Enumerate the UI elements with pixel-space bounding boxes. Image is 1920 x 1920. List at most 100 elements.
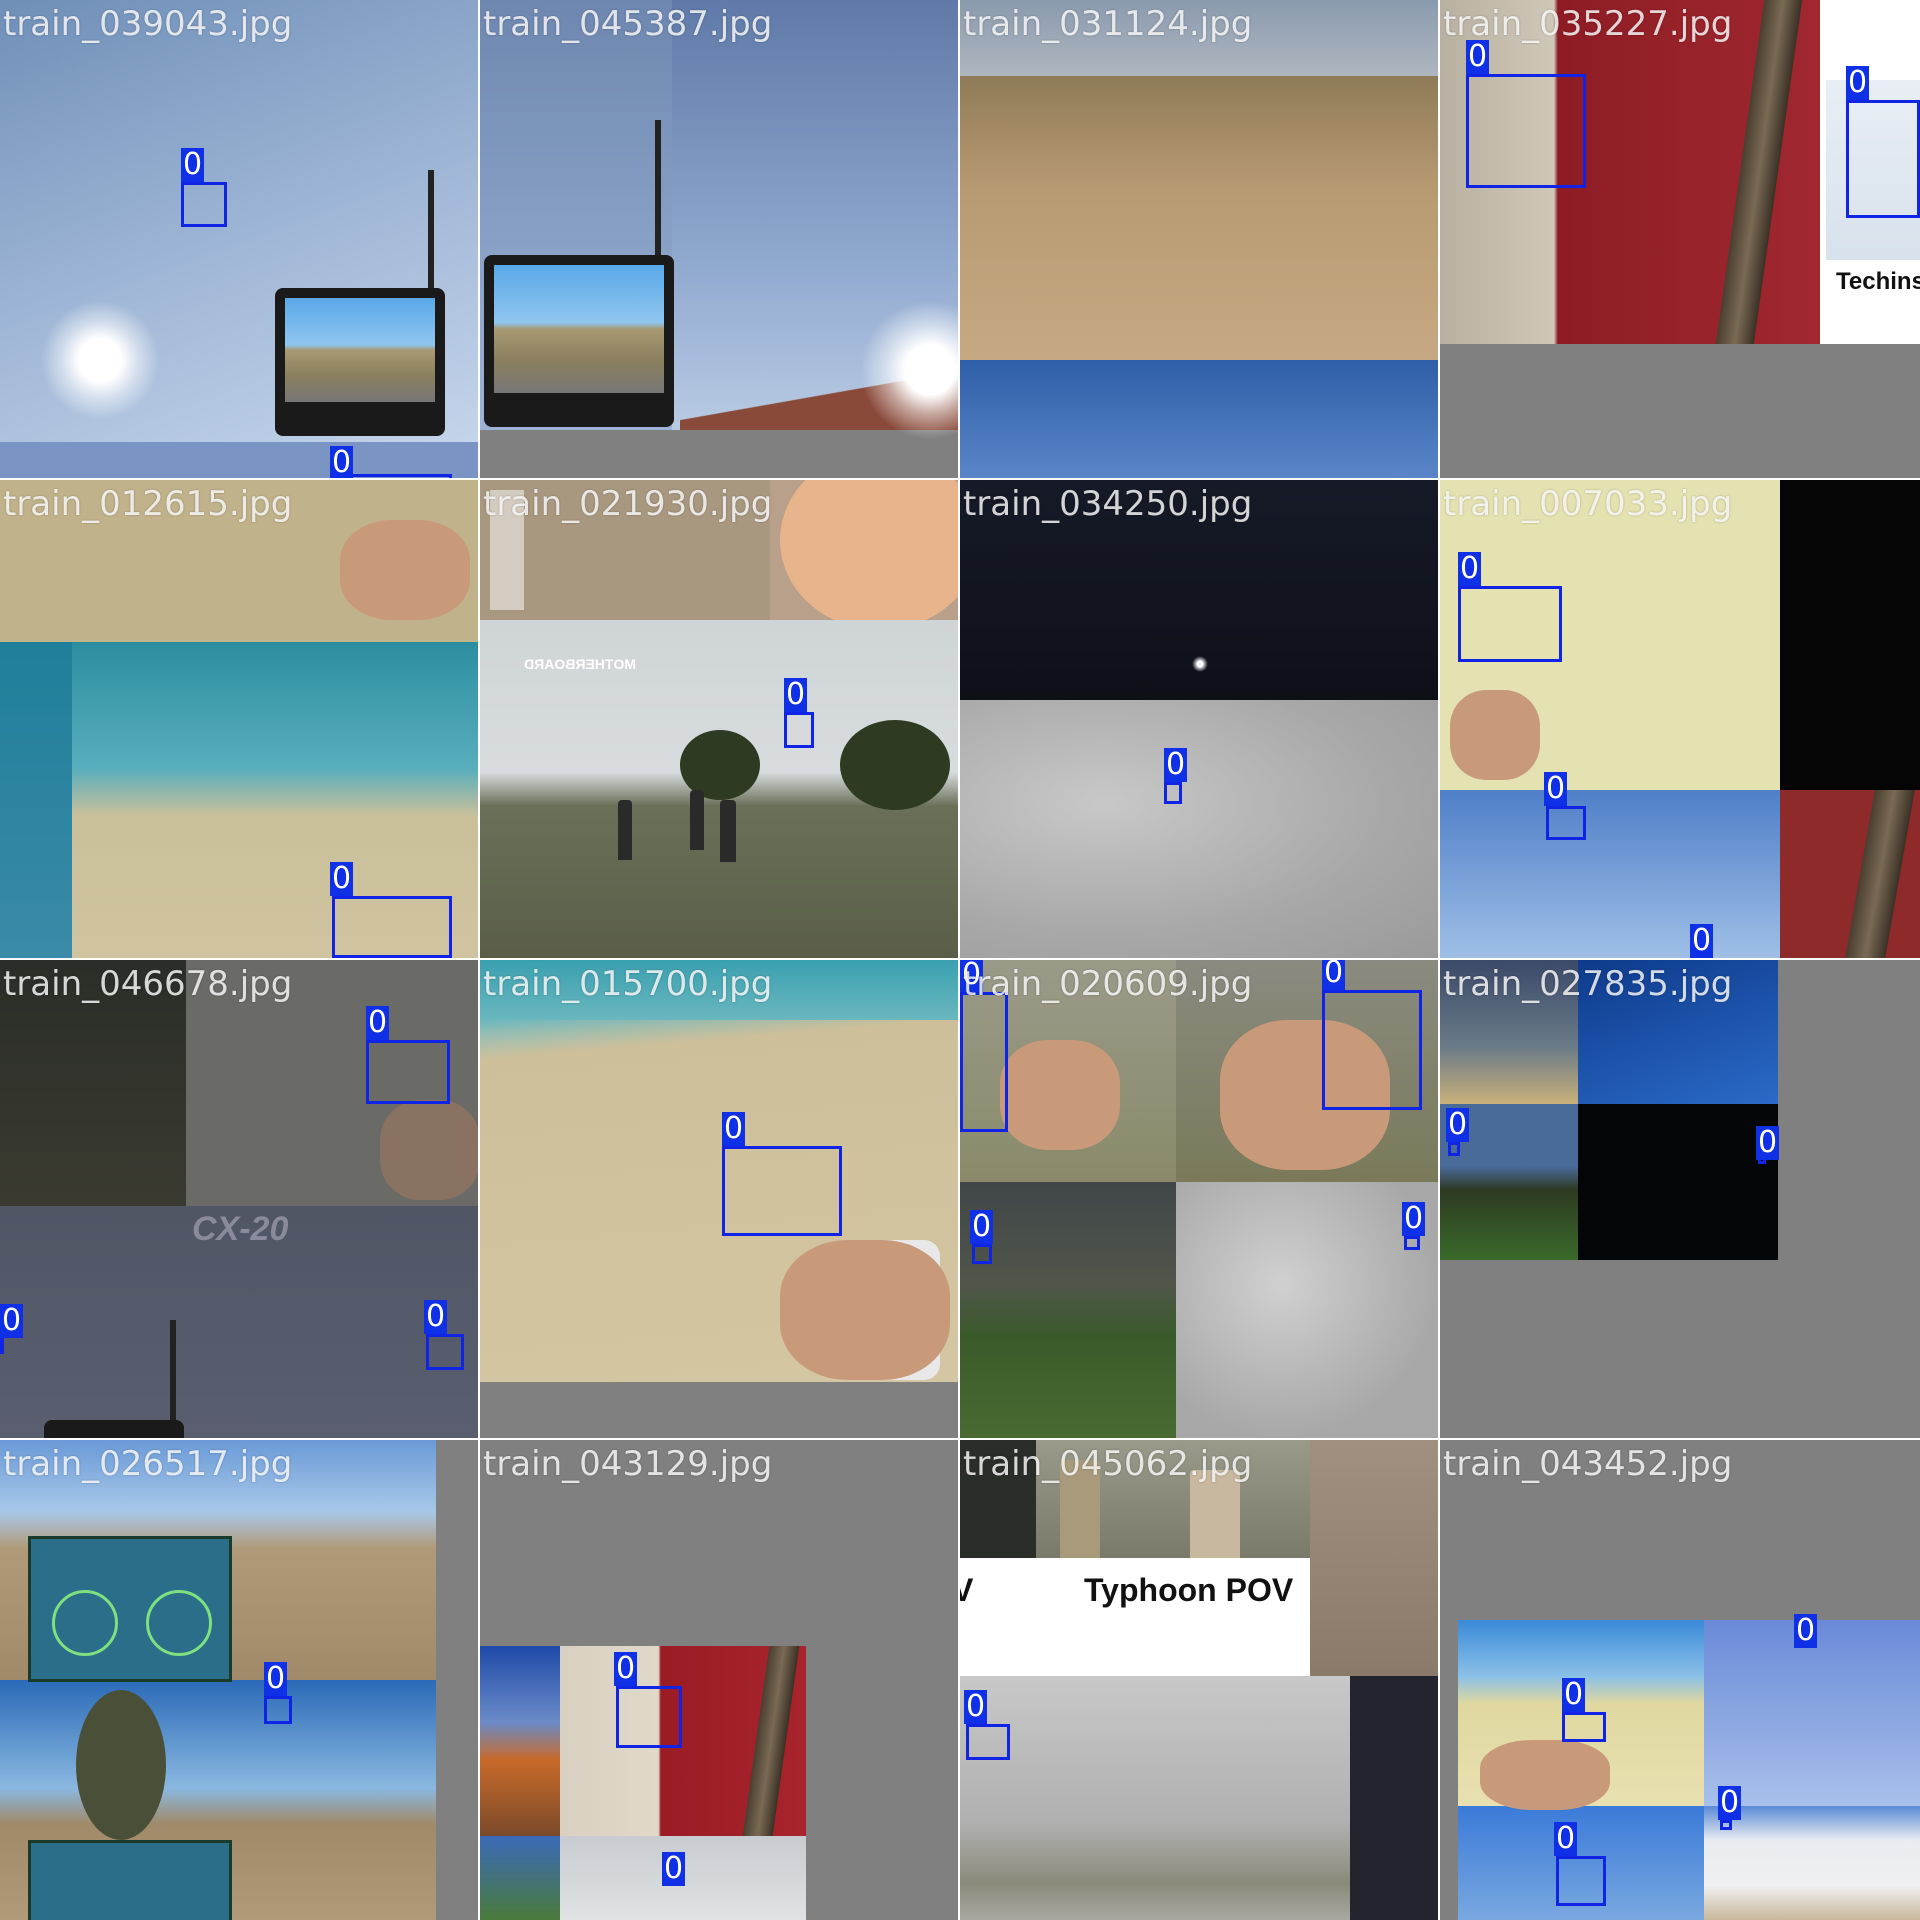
tile-filename: train_012615.jpg [3, 484, 293, 524]
desert-panel [960, 76, 1438, 360]
detection-label: 0 [181, 147, 205, 182]
detection-box [1164, 782, 1182, 804]
image-tile[interactable]: 0 train_015700.jpg [480, 960, 958, 1438]
video-caption: MOTHERBOARD [524, 656, 636, 672]
detection-box [972, 1244, 992, 1264]
black-panel [1780, 480, 1920, 790]
sun-glare [40, 300, 160, 420]
detection-label: 0 [784, 677, 808, 712]
tree-image [76, 1690, 166, 1840]
image-tile[interactable]: 0 train_012615.jpg [0, 480, 478, 958]
detection-label: 0 [1458, 551, 1482, 586]
person-image [720, 800, 736, 862]
antenna-icon [428, 170, 434, 290]
detection-box [1846, 100, 1920, 218]
detection-box [332, 896, 452, 958]
video-caption: Typhoon POV [1084, 1572, 1294, 1608]
detection-label: 0 [662, 1851, 686, 1886]
hand-image [1000, 1040, 1120, 1150]
detection-box [1458, 586, 1562, 662]
sky-panel [1440, 790, 1780, 958]
hand-image [1480, 1740, 1610, 1810]
tile-filename: train_020609.jpg [963, 964, 1253, 1004]
detection-label: 0 [330, 861, 354, 896]
image-tile[interactable]: 0 train_034250.jpg [960, 480, 1438, 958]
image-tile[interactable]: MOTHERBOARD 0 train_021930.jpg [480, 480, 958, 958]
detection-box [1466, 74, 1586, 188]
tile-filename: train_046678.jpg [3, 964, 293, 1004]
image-tile[interactable]: V Typhoon POV 0 train_045062.jpg [960, 1440, 1438, 1920]
tile-filename: train_031124.jpg [963, 4, 1253, 44]
detection-label: 0 [964, 1689, 988, 1724]
detection-box [1404, 1236, 1420, 1250]
detection-box [366, 1040, 450, 1104]
detection-box [722, 1146, 842, 1236]
controller-app [28, 1840, 232, 1920]
image-tile[interactable]: 0 0 train_039043.jpg [0, 0, 478, 478]
sky-panel [960, 1676, 1350, 1920]
detection-label: 0 [1402, 1201, 1426, 1236]
tile-filename: train_034250.jpg [963, 484, 1253, 524]
fpv-monitor [484, 255, 674, 427]
sunset-panel [480, 1646, 560, 1836]
dark-strip [1350, 1676, 1438, 1920]
image-tile[interactable]: 0 0 train_027835.jpg [1440, 960, 1920, 1438]
detection-label: 0 [1466, 39, 1490, 74]
detection-label: 0 [0, 1303, 24, 1338]
image-tile[interactable]: 0 train_026517.jpg [0, 1440, 478, 1920]
detection-label: 0 [1322, 960, 1346, 990]
detection-label: 0 [1794, 1613, 1818, 1648]
image-tile[interactable]: train_031124.jpg [960, 0, 1438, 478]
image-tile[interactable]: CX-20 0 0 0 train_046678.jpg [0, 960, 478, 1438]
detection-label: 0 [970, 1209, 994, 1244]
detection-box [1546, 806, 1586, 840]
detection-label: 0 [1690, 923, 1714, 958]
detection-label: 0 [614, 1651, 638, 1686]
tile-filename: train_045387.jpg [483, 4, 773, 44]
tree-panel [480, 1836, 560, 1920]
hand-image [380, 1100, 478, 1200]
sky-strip-panel [0, 442, 478, 478]
joystick-icon [52, 1590, 118, 1656]
tile-filename: train_035227.jpg [1443, 4, 1733, 44]
detection-label: 0 [1718, 1785, 1742, 1820]
tile-filename: train_015700.jpg [483, 964, 773, 1004]
detection-label: 0 [264, 1661, 288, 1696]
detection-label: 0 [1164, 747, 1188, 782]
image-tile[interactable]: 0 0 train_043129.jpg [480, 1440, 958, 1920]
detection-box [784, 712, 814, 748]
image-tile[interactable]: train_045387.jpg [480, 0, 958, 478]
image-tile[interactable]: 0 0 0 0 train_020609.jpg [960, 960, 1438, 1438]
detection-label: 0 [1756, 1125, 1780, 1160]
antenna-icon [170, 1320, 176, 1430]
detection-label: 0 [722, 1111, 746, 1146]
tree-image [840, 720, 950, 810]
detection-box [426, 1334, 464, 1370]
detection-label: 0 [1846, 65, 1870, 100]
detection-box [1720, 1820, 1732, 1830]
image-tile[interactable]: 0 0 0 0 train_043452.jpg [1440, 1440, 1920, 1920]
tile-filename: train_043452.jpg [1443, 1444, 1733, 1484]
blue-sky-panel [960, 360, 1438, 478]
mosaic-grid: 0 0 train_039043.jpg train_045387.jpg tr… [0, 0, 1920, 1920]
person-image [690, 790, 704, 850]
image-tile[interactable]: Techins 0 0 train_035227.jpg [1440, 0, 1920, 478]
video-caption: Techins [1836, 268, 1920, 295]
night-panel [1578, 1104, 1778, 1260]
detection-box [1562, 1712, 1606, 1742]
image-tile[interactable]: 0 0 0 train_007033.jpg [1440, 480, 1920, 958]
cloud-panel [1176, 1182, 1438, 1438]
antenna-icon [655, 120, 661, 260]
cloud-panel [960, 700, 1438, 958]
light-glow [1192, 656, 1208, 672]
tile-filename: train_045062.jpg [963, 1444, 1253, 1484]
detection-box [181, 182, 227, 227]
detection-label: 0 [1544, 771, 1568, 806]
detection-box [1448, 1142, 1460, 1156]
left-strip [0, 642, 72, 958]
video-caption: CX-20 [192, 1210, 289, 1248]
fpv-monitor [275, 288, 445, 436]
tile-filename: train_043129.jpg [483, 1444, 773, 1484]
detection-label: 0 [424, 1299, 448, 1334]
joystick-icon [146, 1590, 212, 1656]
